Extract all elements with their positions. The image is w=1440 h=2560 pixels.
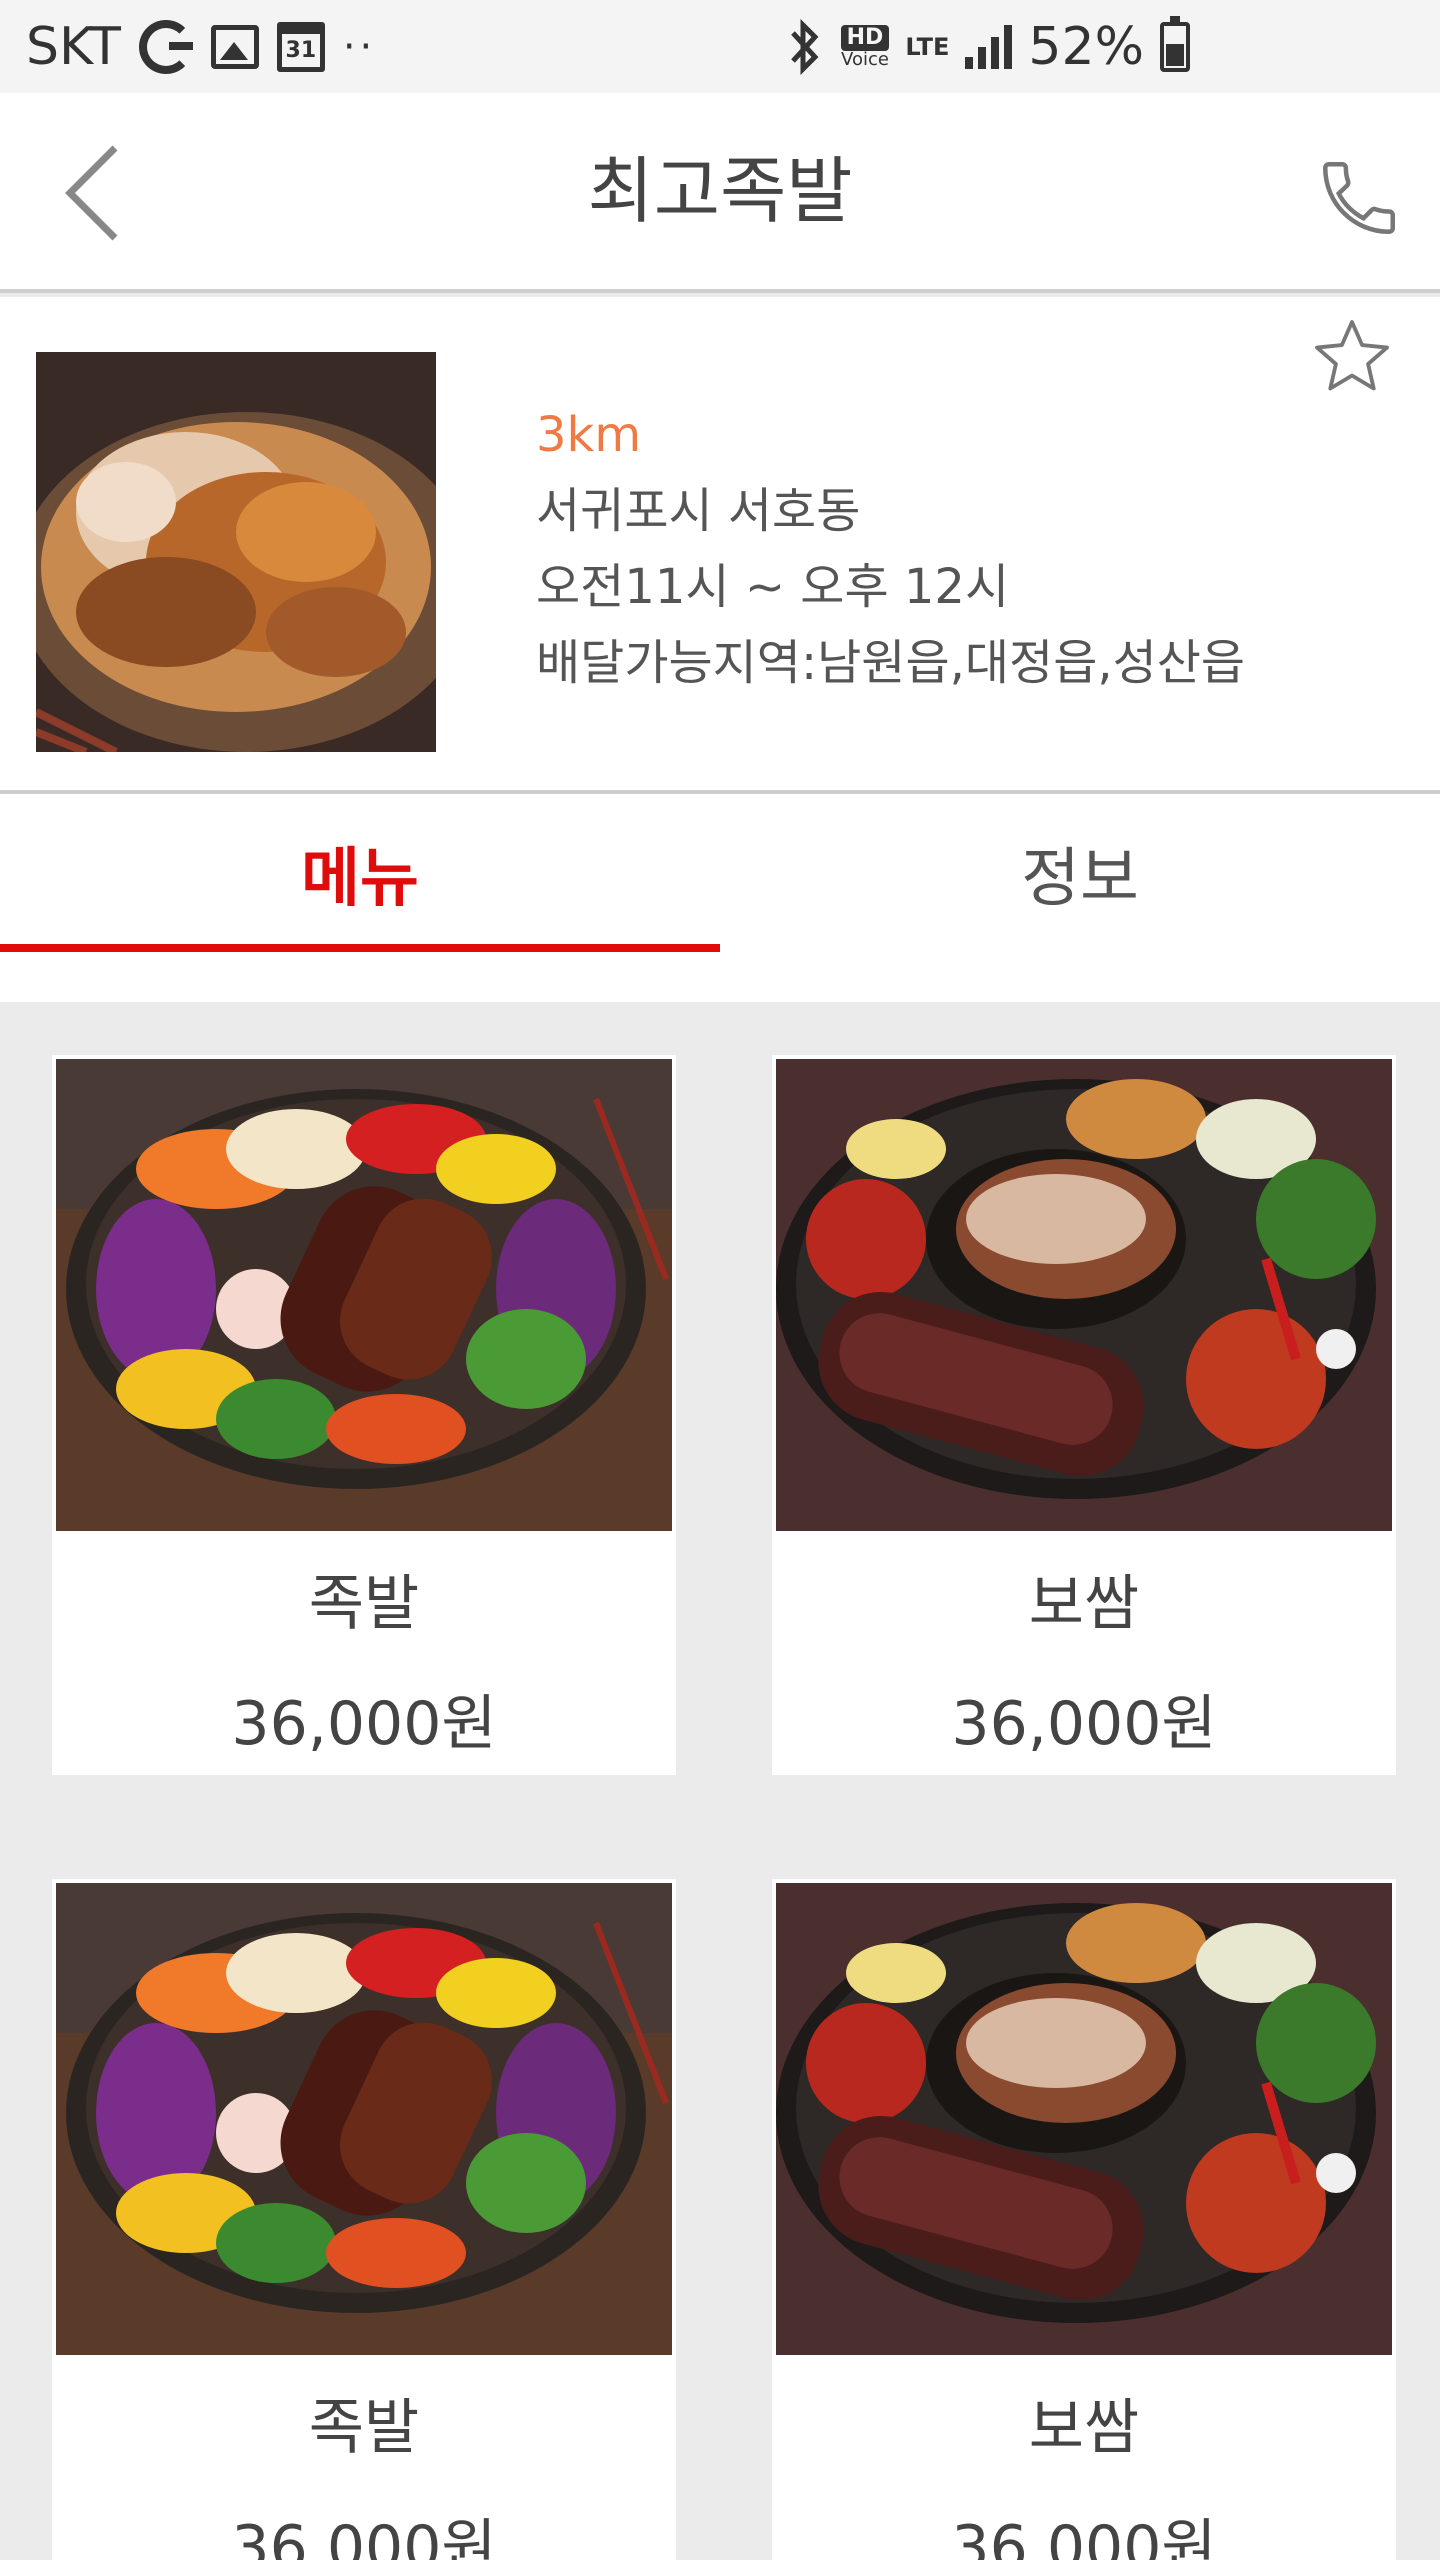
star-icon bbox=[1315, 320, 1389, 391]
store-info-section: 3km 서귀포시 서호동 오전11시 ~ 오후 12시 배달가능지역:남원읍,대… bbox=[0, 297, 1440, 794]
menu-card[interactable]: 보쌈 36,000원 bbox=[772, 1879, 1396, 2560]
tab-info[interactable]: 정보 bbox=[720, 794, 1440, 1002]
favorite-button[interactable] bbox=[1310, 315, 1394, 399]
status-bar: SKT 31 ·· HD Voice LTE 52% bbox=[0, 0, 1440, 93]
more-notifications-icon: ·· bbox=[342, 23, 377, 70]
battery-percent: 52% bbox=[1028, 16, 1144, 77]
tab-menu[interactable]: 메뉴 bbox=[0, 794, 720, 1002]
menu-item-price: 36,000원 bbox=[231, 1689, 497, 1759]
page-title: 최고족발 bbox=[587, 149, 853, 233]
menu-card[interactable]: 보쌈 36,000원 bbox=[772, 1055, 1396, 1775]
signal-icon bbox=[965, 24, 1013, 69]
tab-bar: 메뉴 정보 bbox=[0, 794, 1440, 1002]
hd-label: HD bbox=[840, 24, 890, 51]
store-details: 3km 서귀포시 서호동 오전11시 ~ 오후 12시 배달가능지역:남원읍,대… bbox=[536, 397, 1245, 701]
voice-label: Voice bbox=[841, 48, 889, 70]
battery-icon bbox=[1160, 15, 1190, 72]
store-photo bbox=[16, 352, 476, 756]
menu-item-image bbox=[56, 1059, 672, 1531]
menu-item-image bbox=[776, 1059, 1392, 1531]
carrier-label: SKT bbox=[26, 16, 121, 77]
phone-icon bbox=[1322, 162, 1395, 235]
menu-card[interactable]: 족발 36,000원 bbox=[52, 1879, 676, 2560]
menu-item-price: 36,000원 bbox=[231, 2513, 497, 2560]
store-hours: 오전11시 ~ 오후 12시 bbox=[536, 559, 1010, 615]
gallery-icon bbox=[210, 24, 259, 69]
menu-item-price: 36,000원 bbox=[951, 1689, 1217, 1759]
menu-item-name: 족발 bbox=[308, 1569, 420, 1639]
menu-item-image bbox=[56, 1883, 672, 2355]
store-delivery-area: 배달가능지역:남원읍,대정읍,성산읍 bbox=[536, 635, 1246, 691]
calendar-icon: 31 bbox=[276, 21, 325, 72]
menu-item-name: 보쌈 bbox=[1028, 1569, 1140, 1639]
menu-item-name: 족발 bbox=[308, 2393, 420, 2463]
menu-card[interactable]: 족발 36,000원 bbox=[52, 1055, 676, 1775]
app-header: 최고족발 bbox=[0, 93, 1440, 293]
menu-item-name: 보쌈 bbox=[1028, 2393, 1140, 2463]
call-button[interactable] bbox=[1314, 153, 1404, 243]
store-distance: 3km bbox=[536, 407, 642, 463]
menu-item-image bbox=[776, 1883, 1392, 2355]
store-location: 서귀포시 서호동 bbox=[536, 483, 861, 539]
hd-voice-icon: HD Voice bbox=[840, 24, 890, 70]
bluetooth-icon bbox=[785, 18, 825, 75]
menu-item-price: 36,000원 bbox=[951, 2513, 1217, 2560]
google-icon bbox=[138, 19, 193, 74]
lte-icon: LTE bbox=[905, 32, 950, 61]
